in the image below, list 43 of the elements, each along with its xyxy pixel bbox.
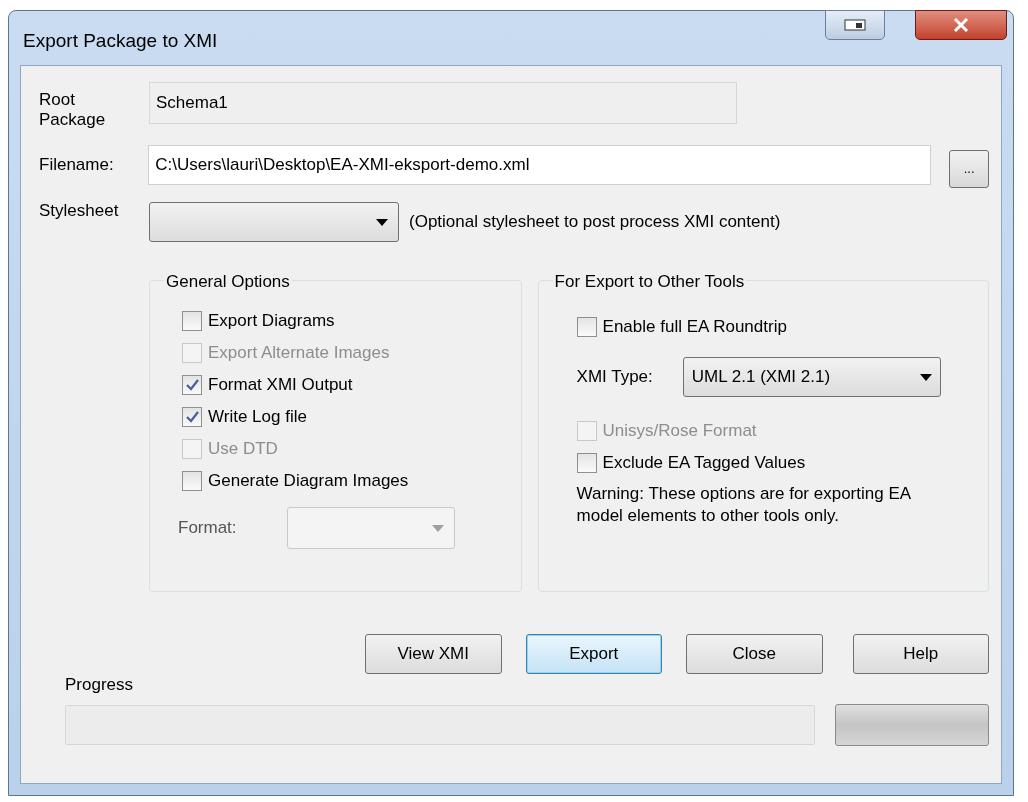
checkbox[interactable] [576, 453, 597, 473]
progress-label: Progress [65, 674, 135, 696]
checkbox-label: Exclude EA Tagged Values [602, 452, 806, 475]
window-icon [844, 19, 866, 31]
dialog-button[interactable]: Help [852, 634, 989, 674]
field-label: Stylesheet [39, 200, 120, 222]
checkbox-label: Format XMI Output [208, 374, 353, 397]
caret-icon [919, 373, 932, 381]
checkbox-label: Use DTD [208, 438, 278, 461]
checkbox[interactable] [182, 311, 202, 331]
checkbox[interactable] [182, 375, 202, 395]
checkmark-icon [185, 379, 199, 391]
blank-button[interactable] [835, 703, 989, 746]
checkbox[interactable] [182, 407, 202, 427]
close-button[interactable] [915, 10, 1007, 40]
field-label: Root Package [39, 90, 107, 130]
checkbox[interactable] [182, 471, 202, 491]
stylesheet-note: (Optional stylesheet to post process XMI content) [409, 211, 781, 234]
dialog-button[interactable]: Close [686, 634, 823, 674]
checkbox-label: Export Alternate Images [208, 342, 390, 365]
close-icon [953, 18, 969, 32]
window-title: Export Package to XMI [23, 29, 218, 53]
caret-icon [431, 524, 444, 532]
root-package-field[interactable]: Schema1 [149, 82, 737, 124]
stylesheet-dropdown[interactable] [149, 202, 399, 242]
checkbox[interactable] [576, 317, 597, 337]
filename-field[interactable]: C:\Users\lauri\Desktop\EA-XMI-eksport-demo.xml [148, 145, 932, 185]
field-label: Filename: [39, 154, 115, 177]
window-mode-button[interactable] [825, 10, 885, 40]
checkbox-label: Unisys/Rose Format [602, 420, 757, 443]
checkmark-icon [185, 411, 199, 423]
dialog-button[interactable]: View XMI [365, 634, 502, 674]
dialog-button[interactable]: Export [525, 634, 662, 674]
checkbox-label: Write Log file [208, 406, 307, 429]
checkbox-label: Export Diagrams [208, 310, 335, 333]
browse-button[interactable]: ... [949, 150, 989, 188]
checkbox-label: Generate Diagram Images [208, 470, 409, 493]
field-label: XMI Type: [576, 366, 653, 389]
field-label: Format: [178, 517, 237, 540]
checkbox-label: Enable full EA Roundtrip [602, 316, 787, 339]
xmi-type-dropdown[interactable]: UML 2.1 (XMI 2.1) [682, 357, 941, 397]
caret-icon [376, 218, 388, 226]
warning-text: Warning: These options are for exporting EA model elements to other tools only. [576, 483, 912, 527]
